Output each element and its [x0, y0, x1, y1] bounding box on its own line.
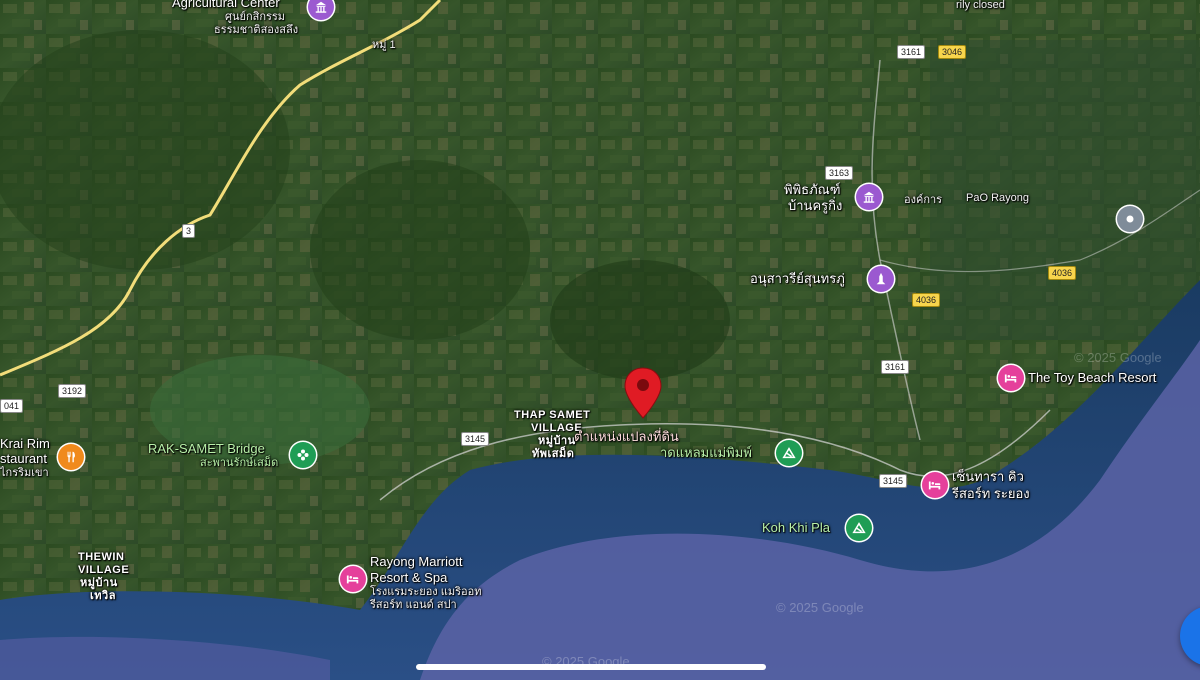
- museum-label[interactable]: พิพิธภัณฑ์: [784, 183, 841, 197]
- forest-patch: [310, 160, 530, 340]
- bed-icon: [1004, 374, 1017, 383]
- bed-icon: [928, 481, 941, 490]
- route-3161-shield: 3161: [897, 45, 926, 59]
- pao-rayong-label: PaO Rayong: [966, 192, 1029, 204]
- marriott-resort-label[interactable]: Rayong Marriott: [370, 555, 462, 569]
- rak-samet-bridge-thai-label: สะพานรักษ์เสม็ด: [200, 457, 279, 469]
- centara-resort-label[interactable]: เซ็นทารา คิว: [952, 470, 1024, 484]
- museum-pin[interactable]: [856, 184, 882, 210]
- route-3163-shield: 3163: [825, 166, 854, 180]
- agricultural-center-label[interactable]: Agricultural Center: [172, 0, 280, 10]
- route-3145-shield: 3145: [879, 474, 908, 488]
- selected-location-label[interactable]: ตำแหน่งแปลงที่ดิน: [574, 430, 679, 444]
- monument-icon: [876, 272, 886, 285]
- flower-icon: [297, 449, 309, 461]
- pao-label: องค์การ: [904, 194, 943, 206]
- krai-rim-restaurant-label[interactable]: Krai Rim: [0, 437, 50, 451]
- rak-samet-bridge-label[interactable]: RAK-SAMET Bridge: [148, 442, 265, 456]
- krai-rim-thai-label: ไกรริมเขา: [0, 467, 49, 479]
- island-pin[interactable]: [846, 515, 872, 541]
- hiking-icon: [852, 522, 866, 534]
- beach-label[interactable]: าดแหลมแม่พิมพ์: [660, 446, 752, 460]
- thap-samet-village-thai-label: หมู่บ้าน: [538, 435, 576, 447]
- thewin-village-thai-label: หมู่บ้าน: [80, 577, 118, 589]
- thewin-village-thai-label: เทวิล: [90, 590, 116, 602]
- hiking-icon: [782, 447, 796, 459]
- koh-khi-pla-label[interactable]: Koh Khi Pla: [762, 521, 830, 535]
- marriott-resort-label[interactable]: Resort & Spa: [370, 571, 447, 585]
- route-3161-shield: 3161: [881, 360, 910, 374]
- toy-beach-resort-label[interactable]: The Toy Beach Resort: [1028, 371, 1156, 385]
- thap-samet-village-thai-label: ทัพเสม็ด: [532, 448, 575, 460]
- thewin-village-label: THEWIN: [78, 551, 125, 563]
- monument-pin[interactable]: [868, 266, 894, 292]
- route-3-shield: 3: [182, 224, 196, 238]
- route-4036-shield: 4036: [912, 293, 941, 307]
- restaurant-pin[interactable]: [58, 444, 84, 470]
- hotel-pin[interactable]: [340, 566, 366, 592]
- place-pin[interactable]: [1117, 206, 1143, 232]
- thap-samet-village-label: THAP SAMET: [514, 409, 591, 421]
- satellite-map[interactable]: [0, 0, 1200, 680]
- museum-icon: [315, 1, 327, 13]
- thewin-village-label: VILLAGE: [78, 564, 130, 576]
- centara-resort-label[interactable]: รีสอร์ท ระยอง: [952, 487, 1030, 501]
- route-041-shield: 041: [0, 399, 24, 413]
- google-watermark: © 2025 Google: [776, 600, 864, 615]
- route-3046-shield: 3046: [938, 45, 967, 59]
- google-watermark: © 2025 Google: [1074, 350, 1162, 365]
- bed-icon: [346, 575, 359, 584]
- dot-icon: [1126, 215, 1134, 223]
- village-moo1-label: หมู่ 1: [372, 39, 396, 51]
- plantation-area: [930, 40, 1200, 340]
- temporarily-closed-label: rily closed: [956, 0, 1005, 11]
- agricultural-center-thai-label: ธรรมชาติสองสลึง: [214, 24, 299, 36]
- forest-patch: [0, 30, 290, 270]
- museum-icon: [863, 191, 875, 203]
- marriott-thai-label: โรงแรมระยอง แมริออท: [370, 586, 482, 598]
- krai-rim-restaurant-label[interactable]: staurant: [0, 452, 47, 466]
- sunthorn-monument-label[interactable]: อนุสาวรีย์สุนทรภู่: [750, 272, 845, 286]
- fork-knife-icon: [67, 451, 75, 463]
- park-pin[interactable]: [290, 442, 316, 468]
- hotel-pin[interactable]: [922, 472, 948, 498]
- agricultural-center-thai-label: ศูนย์กสิกรรม: [225, 11, 286, 23]
- beach-pin[interactable]: [776, 440, 802, 466]
- hotel-pin[interactable]: [998, 365, 1024, 391]
- museum-label[interactable]: บ้านครูกิ่ง: [788, 199, 842, 213]
- route-4036-shield: 4036: [1048, 266, 1077, 280]
- forest-patch: [550, 260, 730, 380]
- marriott-thai-label: รีสอร์ท แอนด์ สปา: [370, 599, 457, 611]
- route-3192-shield: 3192: [58, 384, 87, 398]
- home-indicator[interactable]: [416, 664, 766, 670]
- route-3145-shield: 3145: [461, 432, 490, 446]
